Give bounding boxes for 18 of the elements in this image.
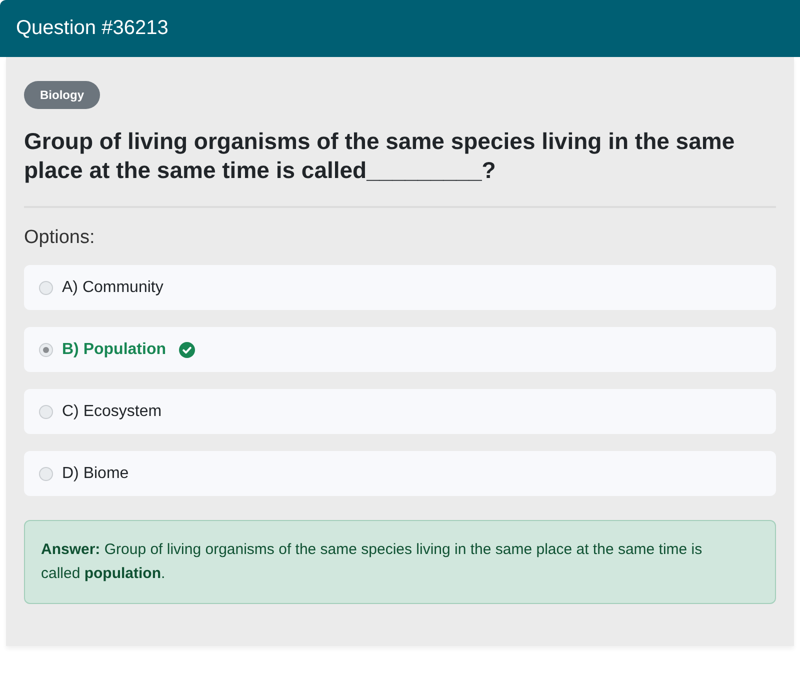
option-label: B) Population — [62, 340, 166, 358]
answer-explanation: Answer: Group of living organisms of the same species living in the same place at the same time is called population. — [24, 520, 776, 604]
option-label: D) Biome — [62, 464, 129, 482]
options-heading: Options: — [24, 226, 96, 250]
option-label: C) Ecosystem — [62, 402, 162, 420]
option-label: A) Community — [62, 278, 164, 296]
option-card[interactable]: D) Biome — [24, 451, 776, 496]
radio-button[interactable] — [39, 466, 53, 480]
option-card[interactable]: A) Community — [24, 265, 776, 310]
check-circle-icon — [178, 342, 195, 358]
radio-button[interactable] — [39, 280, 53, 294]
option-card[interactable]: B) Population — [24, 327, 776, 372]
option-card[interactable]: C) Ecosystem — [24, 389, 776, 434]
question-text: Group of living organisms of the same species living in the same place at the same time is called_________? — [24, 127, 736, 185]
radio-button[interactable] — [39, 342, 53, 356]
question-title: Question #36213 — [16, 17, 168, 40]
category-badge: Biology — [24, 81, 100, 109]
radio-button[interactable] — [39, 404, 53, 418]
